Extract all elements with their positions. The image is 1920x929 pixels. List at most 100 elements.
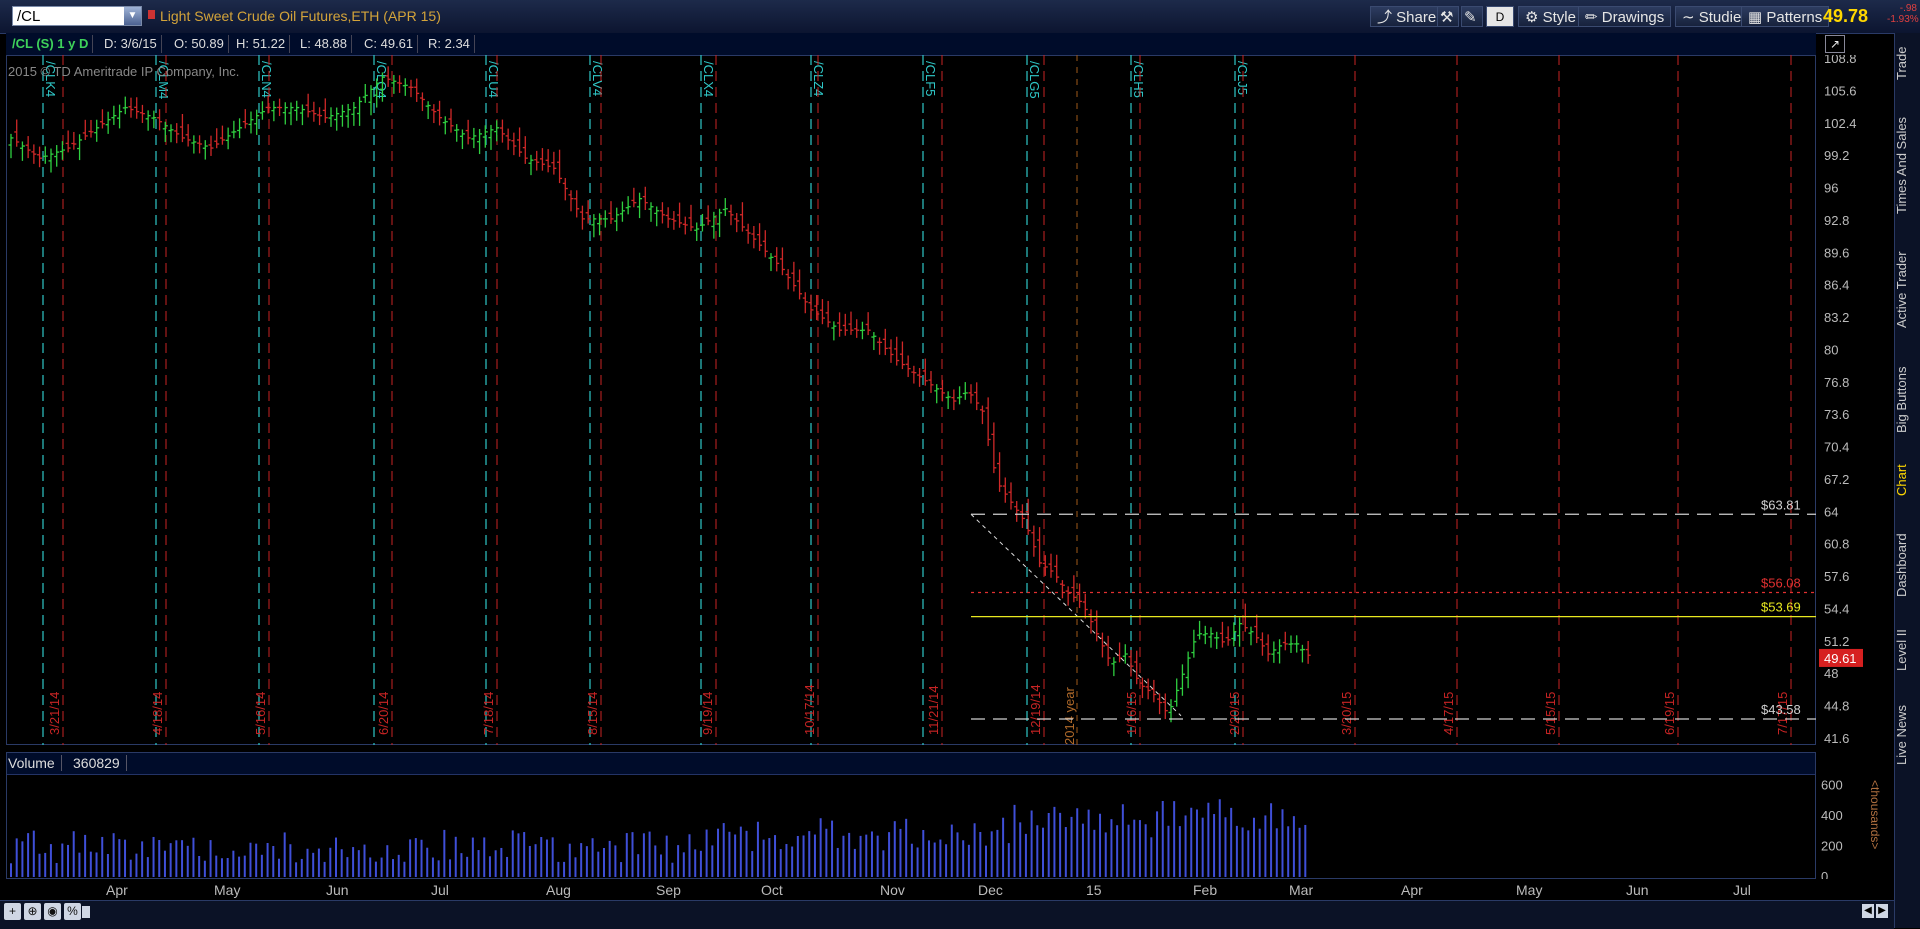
month-label: Apr <box>1401 882 1423 898</box>
price-level-label: $53.69 <box>1761 600 1801 615</box>
info-close: C: 49.61 <box>360 35 419 53</box>
side-tab-times-and-sales[interactable]: Times And Sales <box>1894 100 1920 230</box>
side-tab-dashboard[interactable]: Dashboard <box>1894 520 1920 610</box>
y-tick-label: 80 <box>1824 342 1838 357</box>
y-tick-label: 76.8 <box>1824 375 1849 390</box>
studies-icon: ∼ <box>1682 9 1699 26</box>
current-price-label: 49.61 <box>1824 651 1857 666</box>
y-tick-label: 89.6 <box>1824 245 1849 260</box>
chart-tool-icon: ↗ <box>1829 37 1841 51</box>
share-button[interactable]: ⤴ Share <box>1370 6 1444 27</box>
alert-flag-icon[interactable] <box>148 10 155 19</box>
y-tick-label: 99.2 <box>1824 148 1849 163</box>
percent-icon[interactable]: % <box>64 903 81 920</box>
chart-symbol-label[interactable]: /CL (S) 1 y D <box>8 35 94 53</box>
info-open: O: 50.89 <box>170 35 229 53</box>
y-tick-label: 48 <box>1824 666 1838 681</box>
settings-button[interactable]: ✎ <box>1461 6 1483 27</box>
net-change-value: -.98 <box>1899 3 1917 14</box>
patterns-icon: ▦ <box>1748 9 1767 26</box>
price-chart[interactable]: /CLK4/CLM4/CLN4/CLQ4/CLU4/CLV4/CLX4/CLZ4… <box>6 55 1891 745</box>
date-marker-label: 5/15/15 <box>1543 692 1558 735</box>
patterns-button[interactable]: ▦ Patterns <box>1741 6 1830 27</box>
y-tick-label: 102.4 <box>1824 116 1857 131</box>
scroll-right-arrow[interactable]: ▶ <box>1876 904 1888 918</box>
date-marker-label: 8/15/14 <box>585 692 600 735</box>
expiration-label: /CLV4 <box>590 61 605 96</box>
bottom-toolbar <box>0 900 1894 929</box>
wrench-icon: ✎ <box>1464 9 1477 26</box>
month-label: Dec <box>978 882 1003 898</box>
month-label: Aug <box>546 882 571 898</box>
side-tab-chart[interactable]: Chart <box>1894 455 1920 505</box>
volume-tick-label: 600 <box>1821 778 1843 793</box>
y-tick-label: 60.8 <box>1824 537 1849 552</box>
expiration-label: /CLF5 <box>923 61 938 96</box>
chart-tool-button[interactable]: ↗ <box>1825 35 1845 53</box>
style-label: Style <box>1542 9 1576 26</box>
crosshair-icon[interactable]: ⊕ <box>24 903 41 920</box>
price-level-label: $43.58 <box>1761 702 1801 717</box>
pct-change-value: -1.93% <box>1887 14 1919 25</box>
drawing-tool-button[interactable]: ⚒ <box>1437 6 1459 27</box>
expiration-label: /CLG5 <box>1027 61 1042 99</box>
month-label: Jul <box>431 882 449 898</box>
net-change: -.98 -1.93% <box>1887 3 1919 25</box>
price-level-label: $63.81 <box>1761 497 1801 512</box>
date-marker-label: 2/20/15 <box>1227 692 1242 735</box>
date-marker-label: 6/19/15 <box>1662 692 1677 735</box>
volume-label: Volume <box>8 755 62 771</box>
date-marker-label: 12/19/14 <box>1028 684 1043 735</box>
aggregation-button[interactable]: D <box>1486 6 1514 27</box>
month-label: Jun <box>326 882 349 898</box>
y-tick-label: 44.8 <box>1824 699 1849 714</box>
side-tab-level-ii[interactable]: Level II <box>1894 620 1920 680</box>
volume-chart[interactable]: 600 400 200 0 <box>6 774 1891 879</box>
date-marker-label: 10/17/14 <box>802 684 817 735</box>
symbol-dropdown-button[interactable]: ▼ <box>124 7 141 25</box>
side-tab-trade[interactable]: Trade <box>1894 38 1920 88</box>
style-button[interactable]: ⚙ Style <box>1518 6 1583 27</box>
date-marker-label: 1/16/15 <box>1124 692 1139 735</box>
y-tick-label: 105.6 <box>1824 83 1857 98</box>
y-tick-label: 54.4 <box>1824 601 1849 616</box>
month-label: Jun <box>1626 882 1649 898</box>
camera-icon[interactable]: ◉ <box>44 903 61 920</box>
date-marker-label: 11/21/14 <box>926 685 941 735</box>
year-marker-label: 2014 year <box>1062 687 1077 745</box>
date-marker-label: 4/17/15 <box>1441 692 1456 735</box>
trend-line <box>970 513 1182 717</box>
tool-icon: ⚒ <box>1440 9 1454 26</box>
scroll-left-arrow[interactable]: ◀ <box>1862 904 1874 918</box>
price-level-label: $56.08 <box>1761 575 1801 590</box>
time-axis: Apr May Jun Jul Aug Sep Oct Nov Dec 15 Feb Mar Apr Ma… <box>106 882 1751 898</box>
expiration-label: /CLX4 <box>701 61 716 97</box>
month-label: Feb <box>1193 882 1217 898</box>
side-tab-big-buttons[interactable]: Big Buttons <box>1894 355 1920 445</box>
scroll-left-button[interactable] <box>82 906 90 918</box>
y-tick-label: 83.2 <box>1824 310 1849 325</box>
date-marker-label: 4/18/14 <box>150 692 165 735</box>
symbol-input[interactable]: /CL <box>12 6 142 26</box>
y-tick-label: 92.8 <box>1824 213 1849 228</box>
month-label: May <box>1516 882 1542 898</box>
expiration-label: /CLH5 <box>1131 61 1146 98</box>
share-label: Share <box>1396 9 1437 26</box>
info-low: L: 48.88 <box>296 35 352 53</box>
side-tab-active-trader[interactable]: Active Trader <box>1894 240 1920 340</box>
info-date: D: 3/6/15 <box>100 35 162 53</box>
date-marker-label: 7/18/14 <box>481 692 496 735</box>
date-marker-label: 5/16/14 <box>253 692 268 735</box>
date-marker-label: 3/21/14 <box>47 692 62 735</box>
month-label: 15 <box>1086 882 1102 898</box>
drawings-button[interactable]: ✏ Drawings <box>1578 6 1672 27</box>
info-range: R: 2.34 <box>424 35 475 53</box>
y-tick-label: 86.4 <box>1824 278 1849 293</box>
side-tab-live-news[interactable]: Live News <box>1894 690 1920 780</box>
zoom-in-icon[interactable]: + <box>4 903 21 920</box>
month-label: Jul <box>1733 882 1751 898</box>
volume-tick-label: 0 <box>1821 869 1828 879</box>
volume-value: 360829 <box>67 755 127 771</box>
style-icon: ⚙ <box>1525 9 1543 26</box>
y-tick-label: 64 <box>1824 504 1838 519</box>
